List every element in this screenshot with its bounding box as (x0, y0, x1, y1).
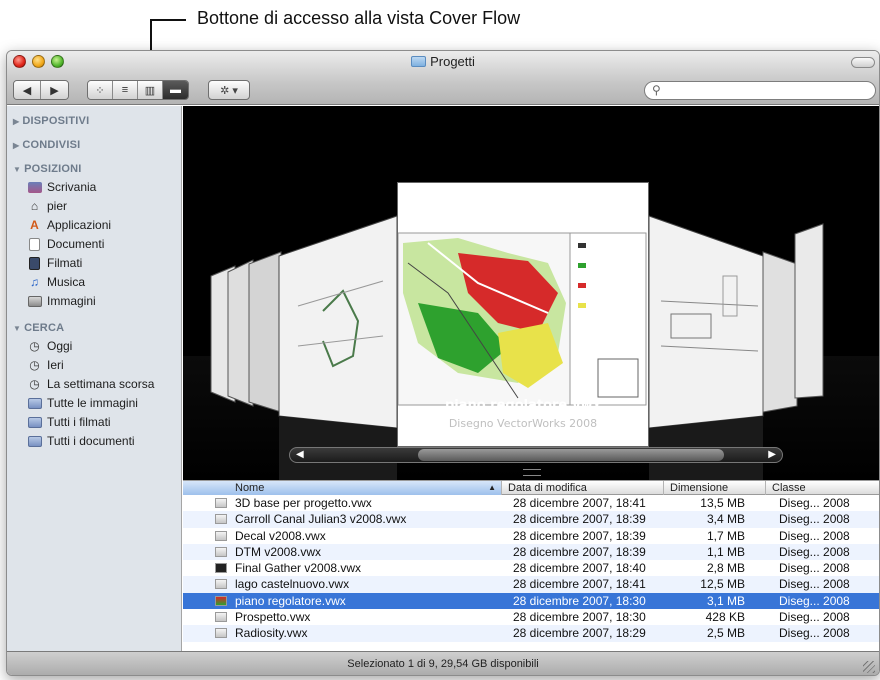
sidebar-item-tutti-filmati[interactable]: Tutti i filmati (7, 413, 181, 432)
status-bar: Selezionato 1 di 9, 29,54 GB disponibili (7, 651, 879, 675)
column-view-button[interactable]: ▥ (138, 81, 163, 99)
forward-button[interactable]: ▶ (41, 81, 68, 99)
coverflow-view-button[interactable]: ▬ (163, 81, 188, 99)
search-field[interactable]: ⚲ (644, 81, 876, 100)
table-row[interactable]: Radiosity.vwx 28 dicembre 2007, 18:29 2,5 … (183, 625, 879, 642)
clock-icon: ◷ (29, 339, 40, 353)
table-row[interactable]: DTM v2008.vwx 28 dicembre 2007, 18:39 1,1 … (183, 543, 879, 561)
sidebar-item-ieri[interactable]: ◷ Ieri (7, 356, 181, 375)
back-forward-group: ◀ ▶ (13, 80, 69, 100)
sidebar-item-pier[interactable]: ⌂ pier (7, 197, 181, 216)
sort-ascending-icon: ▲ (488, 483, 496, 492)
sidebar-item-oggi[interactable]: ◷ Oggi (7, 337, 181, 356)
file-icon (215, 546, 227, 557)
sidebar-item-immagini[interactable]: Immagini (7, 292, 181, 311)
coverflow-scroll-thumb[interactable] (418, 449, 724, 461)
file-icon (215, 579, 227, 590)
desktop-icon (27, 181, 42, 194)
coverflow-callout-text: Bottone di accesso alla vista Cover Flow (197, 8, 521, 28)
column-header-kind[interactable]: Classe (766, 481, 879, 495)
callout-line (150, 19, 186, 21)
file-icon (215, 498, 227, 508)
sidebar-item-applicazioni[interactable]: A Applicazioni (7, 216, 181, 235)
sidebar-section-devices[interactable]: ▶ DISPOSITIVI (7, 112, 181, 130)
documents-icon (27, 238, 42, 251)
disclosure-right-icon: ▶ (13, 117, 20, 126)
sidebar-item-settimana-scorsa[interactable]: ◷ La settimana scorsa (7, 375, 181, 394)
smart-folder-icon (27, 416, 42, 429)
column-header-date[interactable]: Data di modifica (502, 481, 664, 495)
home-icon: ⌂ (30, 199, 39, 213)
file-list: 3D base per progetto.vwx 28 dicembre 2007… (183, 495, 879, 651)
sidebar: ▶ DISPOSITIVI ▶ CONDIVISI ▼ POSIZIONI Scriv… (7, 106, 182, 651)
sidebar-item-documenti[interactable]: Documenti (7, 235, 181, 254)
toolbar-toggle-button[interactable] (851, 57, 875, 68)
coverflow-pane[interactable]: piano regolatore.vwx Disegno VectorWorks… (183, 106, 879, 480)
file-icon (215, 628, 227, 639)
disclosure-down-icon: ▼ (13, 165, 22, 174)
table-row-selected[interactable]: piano regolatore.vwx 28 dicembre 2007, 18… (183, 592, 879, 610)
file-icon (215, 595, 227, 606)
pictures-icon (27, 295, 42, 308)
file-icon (215, 514, 227, 525)
folder-icon (411, 56, 427, 67)
file-icon (215, 612, 227, 623)
coverflow-caption: piano regolatore.vwx Disegno VectorWorks… (383, 398, 663, 430)
clock-icon: ◷ (29, 358, 40, 372)
table-row[interactable]: lago castelnuovo.vwx 28 dicembre 2007, 18… (183, 576, 879, 593)
table-row[interactable]: 3D base per progetto.vwx 28 dicembre 2007… (183, 495, 879, 511)
back-button[interactable]: ◀ (14, 81, 42, 99)
list-header: Nome ▲ Data di modifica Dimensione Class… (183, 480, 879, 495)
action-menu-button[interactable]: ✲ ▾ (208, 80, 250, 100)
table-row[interactable]: Final Gather v2008.vwx 28 dicembre 2007, … (183, 560, 879, 576)
status-text: Selezionato 1 di 9, 29,54 GB disponibili (347, 658, 539, 670)
finder-window: Progetti ◀ ▶ ⁘ ≡ ▥ ▬ ✲ ▾ ⚲ ▶ DISPOSITIVI … (6, 50, 880, 676)
sidebar-item-filmati[interactable]: Filmati (7, 254, 181, 273)
sidebar-item-musica[interactable]: ♫ Musica (7, 273, 181, 292)
scroll-right-icon[interactable]: ▶ (768, 449, 776, 460)
applications-icon: A (30, 218, 39, 232)
split-grip-handle[interactable] (523, 469, 541, 476)
table-row[interactable]: Carroll Canal Julian3 v2008.vwx 28 dicemb… (183, 511, 879, 528)
sidebar-item-tutti-documenti[interactable]: Tutti i documenti (7, 432, 181, 451)
window-title-text: Progetti (430, 54, 475, 69)
column-header-name[interactable]: Nome ▲ (183, 481, 502, 495)
sidebar-item-scrivania[interactable]: Scrivania (7, 178, 181, 197)
icon-view-button[interactable]: ⁘ (88, 81, 113, 99)
disclosure-down-icon: ▼ (13, 324, 22, 333)
sidebar-section-search[interactable]: ▼ CERCA (7, 319, 181, 337)
coverflow-file-name: piano regolatore.vwx (444, 398, 602, 413)
sidebar-section-shared[interactable]: ▶ CONDIVISI (7, 136, 181, 154)
scroll-left-icon[interactable]: ◀ (296, 449, 304, 460)
table-row[interactable]: Prospetto.vwx 28 dicembre 2007, 18:30 428 … (183, 609, 879, 625)
file-icon (215, 530, 227, 541)
music-icon: ♫ (30, 275, 39, 289)
column-header-size[interactable]: Dimensione (664, 481, 766, 495)
title-bar: Progetti ◀ ▶ ⁘ ≡ ▥ ▬ ✲ ▾ ⚲ (7, 51, 879, 105)
list-view-button[interactable]: ≡ (113, 81, 138, 99)
sidebar-item-tutte-immagini[interactable]: Tutte le immagini (7, 394, 181, 413)
sidebar-section-places[interactable]: ▼ POSIZIONI (7, 160, 181, 178)
view-mode-group: ⁘ ≡ ▥ ▬ (87, 80, 189, 100)
table-row[interactable]: Decal v2008.vwx 28 dicembre 2007, 18:39 1,… (183, 528, 879, 544)
clock-icon: ◷ (29, 377, 40, 391)
smart-folder-icon (27, 397, 42, 410)
coverflow-file-kind: Disegno VectorWorks 2008 (448, 417, 598, 430)
resize-grip-icon[interactable] (863, 661, 875, 673)
file-icon (215, 563, 227, 574)
search-icon: ⚲ (652, 83, 661, 97)
movies-icon (27, 257, 42, 270)
smart-folder-icon (27, 435, 42, 448)
window-title: Progetti (7, 54, 879, 69)
coverflow-scrollbar[interactable]: ◀ ▶ (289, 447, 783, 463)
disclosure-right-icon: ▶ (13, 141, 20, 150)
gear-icon: ✲ ▾ (220, 84, 238, 97)
